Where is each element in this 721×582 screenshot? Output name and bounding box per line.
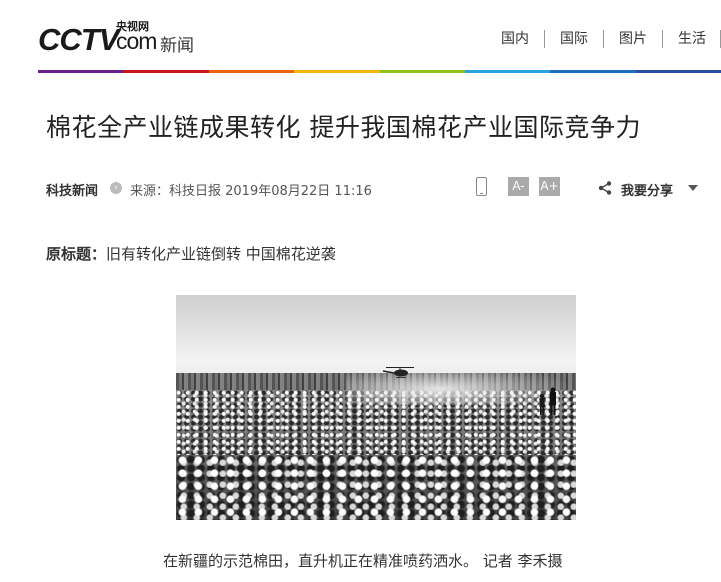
- cctv-news-logo[interactable]: CCTV 央视网 com 新闻: [38, 16, 208, 60]
- color-bar-segment: [550, 70, 636, 73]
- channel-arrow-icon: ›: [110, 182, 122, 194]
- photographer-figures: [539, 387, 556, 415]
- color-bar-segment: [379, 70, 465, 73]
- helicopter-icon: [382, 367, 414, 378]
- color-bar-segment: [464, 70, 551, 73]
- article-meta-bar: 科技新闻 › 来源：科技日报 2019年08月22日 11:16 A- A+ 我…: [46, 177, 706, 200]
- share-button[interactable]: 我要分享: [621, 180, 673, 199]
- logo-section-text: 新闻: [160, 36, 194, 56]
- color-bar-segment: [294, 70, 380, 73]
- nav-item-international[interactable]: 国际: [545, 30, 604, 48]
- site-header: CCTV 央视网 com 新闻 国内 国际 图片 生活: [0, 0, 721, 73]
- logo-cctv-text: CCTV: [38, 22, 119, 57]
- mobile-phone-icon[interactable]: [476, 177, 487, 196]
- nav-item-domestic[interactable]: 国内: [486, 30, 545, 48]
- photo-caption: 在新疆的示范棉田，直升机正在精准喷药洒水。 记者 李禾摄: [163, 552, 563, 570]
- color-bar-segment: [38, 70, 124, 73]
- source-and-time: 来源：科技日报 2019年08月22日 11:16: [130, 184, 372, 199]
- original-title-label: 原标题：: [46, 245, 107, 263]
- color-bar-segment: [635, 70, 721, 73]
- nav-item-pictures[interactable]: 图片: [604, 30, 663, 48]
- article-title: 棉花全产业链成果转化 提升我国棉花产业国际竞争力: [46, 113, 641, 142]
- original-title-text: 旧有转化产业链倒转 中国棉花逆袭: [106, 245, 336, 263]
- share-icon[interactable]: [598, 181, 612, 199]
- font-increase-button[interactable]: A+: [539, 177, 560, 196]
- header-color-bar: [38, 70, 721, 73]
- share-dropdown-caret-icon[interactable]: [688, 185, 698, 191]
- channel-link[interactable]: 科技新闻: [46, 180, 98, 199]
- color-bar-segment: [123, 70, 209, 73]
- color-bar-segment: [208, 70, 295, 73]
- nav-item-life[interactable]: 生活: [663, 30, 721, 48]
- logo-com-text: com: [116, 28, 157, 54]
- article-photo[interactable]: [176, 295, 576, 520]
- photo-cotton-field-near: [176, 455, 576, 520]
- top-nav: 国内 国际 图片 生活: [486, 30, 721, 48]
- font-decrease-button[interactable]: A-: [508, 177, 529, 196]
- original-title: 原标题：旧有转化产业链倒转 中国棉花逆袭: [46, 243, 336, 264]
